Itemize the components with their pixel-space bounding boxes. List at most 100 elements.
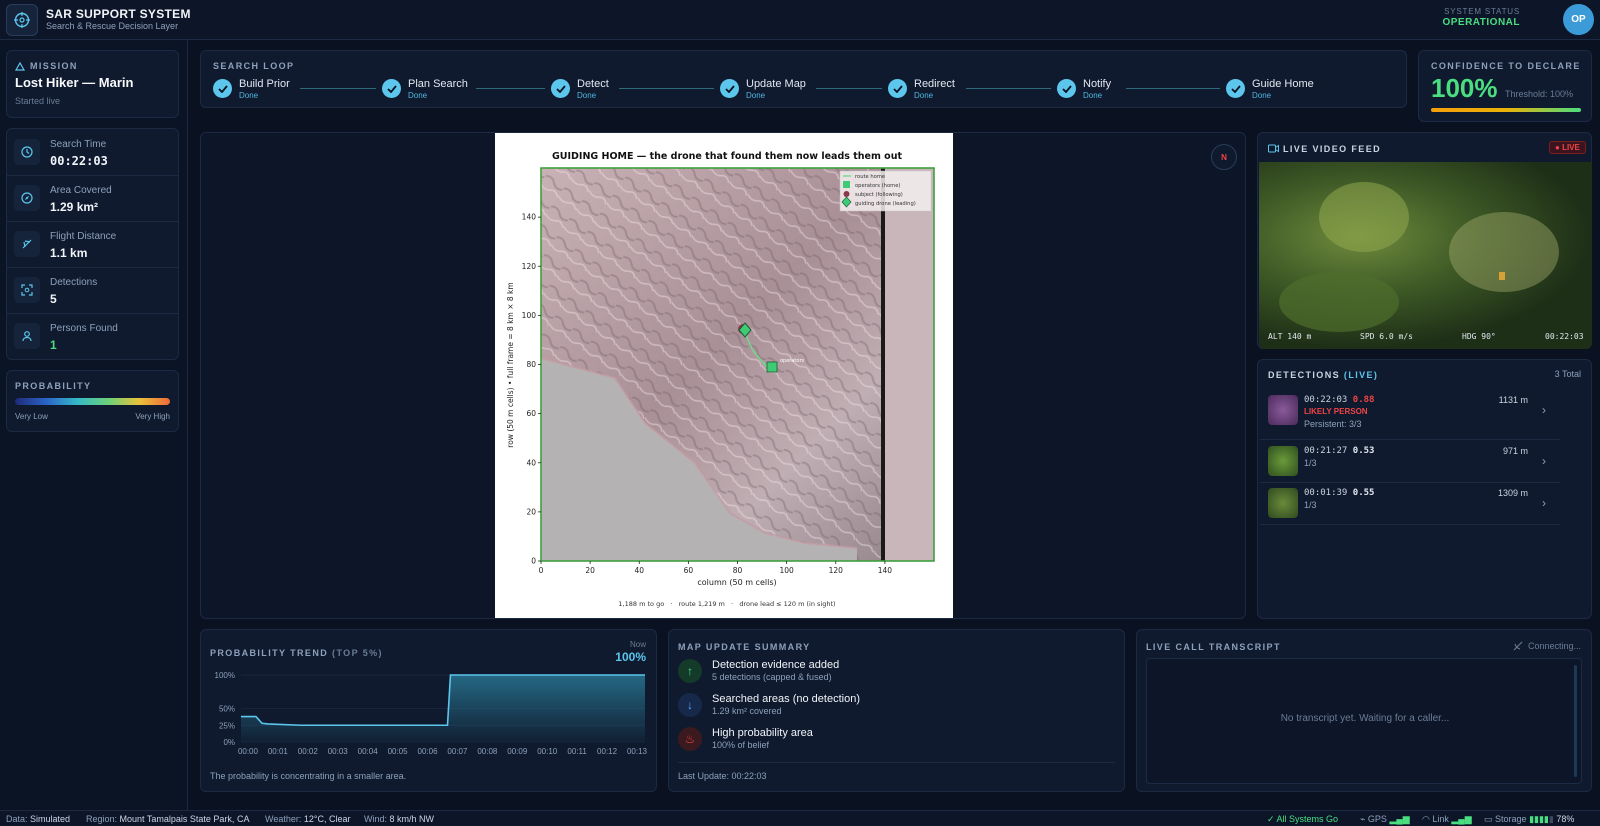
detection-distance: 1131 m: [1498, 395, 1528, 405]
map-xtick-label: 80: [733, 566, 743, 575]
trend-xtick: 00:07: [447, 747, 468, 756]
footer-weather: Weather: 12°C, Clear: [265, 814, 351, 824]
step-status: Done: [239, 91, 259, 100]
storage-bar-empty: ▮: [1548, 814, 1554, 824]
foliage-2: [1449, 212, 1559, 292]
detection-time-score: 00:01:39 0.55: [1304, 488, 1374, 498]
check-circle-icon: ✓: [1267, 814, 1277, 824]
detection-persistence: 1/3: [1304, 500, 1317, 510]
legend-drone: guiding drone (leading): [855, 201, 916, 207]
detection-distance: 971 m: [1502, 446, 1528, 456]
stat-flight-distance: Flight Distance 1.1 km: [6, 222, 179, 268]
mountain-icon: [15, 61, 25, 71]
map-xtick-label: 120: [829, 566, 844, 575]
step-connector: [300, 88, 376, 89]
detection-score: 0.53: [1352, 446, 1375, 456]
footer-wind: Wind: 8 km/h NW: [364, 814, 434, 824]
detection-thumbnail: [1268, 488, 1298, 518]
detection-time-score: 00:22:03 0.88: [1304, 395, 1374, 405]
step-status: Done: [577, 91, 597, 100]
detection-time-score: 00:21:27 0.53: [1304, 446, 1374, 456]
check-icon: [213, 79, 232, 98]
detection-row[interactable]: 00:21:27 0.53 971 m 1/3 ›: [1260, 441, 1560, 483]
mission-started: Started live: [15, 96, 61, 106]
detection-score: 0.55: [1352, 488, 1375, 498]
stat-search-time: Search Time 00:22:03: [6, 130, 179, 176]
probability-gradient: [15, 398, 170, 405]
summary-item-title: Detection evidence added: [712, 659, 840, 671]
step-connector: [966, 88, 1051, 89]
transcript-box[interactable]: No transcript yet. Waiting for a caller.…: [1146, 658, 1582, 784]
footer-link-text: Link: [1432, 814, 1449, 824]
mission-label: MISSION: [30, 61, 78, 71]
frame-outside: [885, 168, 934, 561]
foliage-3: [1279, 272, 1399, 332]
map-footer: 1,188 m to go · route 1,219 m · drone le…: [618, 600, 835, 608]
stat-label: Area Covered: [50, 185, 112, 196]
chevron-right-icon[interactable]: ›: [1542, 496, 1546, 510]
summary-label: MAP UPDATE SUMMARY: [678, 642, 811, 652]
legend-operators-swatch: [843, 181, 850, 188]
step-label: Redirect: [914, 78, 955, 90]
map-figure: GUIDING HOME — the drone that found them…: [495, 133, 953, 618]
frame-edge: [881, 168, 885, 561]
foliage: [1319, 182, 1409, 252]
summary-item: ↓ Searched areas (no detection) 1.29 km² c…: [678, 693, 1108, 723]
stat-area-covered: Area Covered 1.29 km²: [6, 176, 179, 222]
detection-time: 00:01:39: [1304, 488, 1348, 498]
wifi-icon: ◠: [1422, 814, 1433, 824]
trend-xtick: 00:12: [597, 747, 618, 756]
confidence-label: CONFIDENCE TO DECLARE: [1431, 61, 1581, 71]
video-panel: LIVE VIDEO FEED ● LIVE ALT 140 m SPD 6.0…: [1257, 132, 1592, 349]
trend-xtick: 00:03: [328, 747, 349, 756]
step-status: Done: [1083, 91, 1103, 100]
detections-live: (LIVE): [1343, 370, 1379, 380]
detection-row[interactable]: 00:01:39 0.55 1309 m 1/3 ›: [1260, 483, 1560, 525]
legend-subject-swatch: [843, 191, 850, 197]
stat-value: 5: [50, 292, 57, 306]
detection-row[interactable]: 00:22:03 0.88 1131 m LIKELY PERSON Persiste…: [1260, 390, 1560, 440]
video-alt: ALT 140 m: [1268, 332, 1312, 341]
detections-label: DETECTIONS (LIVE): [1268, 370, 1378, 380]
map-ytick-label: 60: [526, 409, 536, 418]
map-xtick-label: 20: [585, 566, 595, 575]
phone-off-icon: [1513, 641, 1523, 651]
trend-xtick: 00:08: [477, 747, 498, 756]
stat-value: 1: [50, 338, 57, 352]
detection-persistence: Persistent: 3/3: [1304, 419, 1362, 429]
map-ylabel: row (50 m cells) • full frame = 8 km × 8…: [506, 282, 515, 447]
footer-systems-text: All Systems Go: [1276, 814, 1339, 824]
probability-label: PROBABILITY: [15, 381, 92, 391]
map-title: GUIDING HOME — the drone that found them…: [552, 151, 902, 162]
check-icon: [551, 79, 570, 98]
detection-persistence: 1/3: [1304, 458, 1317, 468]
map-ytick-label: 120: [522, 262, 537, 271]
transcript-scrollbar[interactable]: [1574, 665, 1577, 777]
app-title: SAR SUPPORT SYSTEM: [46, 7, 191, 21]
trend-xtick: 00:13: [627, 747, 648, 756]
probability-low: Very Low: [15, 412, 48, 421]
chevron-right-icon[interactable]: ›: [1542, 403, 1546, 417]
step-label: Detect: [577, 78, 609, 90]
detection-tag: LIKELY PERSON: [1304, 407, 1368, 416]
trend-ytick: 100%: [215, 671, 235, 680]
trend-xtick: 00:00: [238, 747, 259, 756]
clock-icon: [14, 139, 40, 165]
map-ytick-label: 140: [522, 213, 537, 222]
confidence-threshold: Threshold: 100%: [1505, 89, 1574, 99]
mission-card: MISSION Lost Hiker — Marin Started live: [6, 50, 179, 118]
trend-xtick: 00:01: [268, 747, 289, 756]
transcript-empty: No transcript yet. Waiting for a caller.…: [1280, 713, 1450, 724]
satellite-icon: ⌁: [1360, 814, 1368, 824]
user-avatar[interactable]: OP: [1563, 4, 1594, 35]
footer-wind-value: 8 km/h NW: [389, 814, 435, 824]
trend-xtick: 00:02: [298, 747, 319, 756]
video-frame[interactable]: ALT 140 m SPD 6.0 m/s HDG 90° 00:22:03: [1259, 162, 1592, 349]
trend-caption: The probability is concentrating in a sm…: [210, 771, 407, 781]
footer-weather-value: 12°C, Clear: [303, 814, 351, 824]
chevron-right-icon[interactable]: ›: [1542, 454, 1546, 468]
crosshair-icon: [14, 12, 30, 28]
compass-button[interactable]: N: [1211, 144, 1237, 170]
detections-total: 3 Total: [1554, 369, 1581, 379]
step-connector: [619, 88, 714, 89]
